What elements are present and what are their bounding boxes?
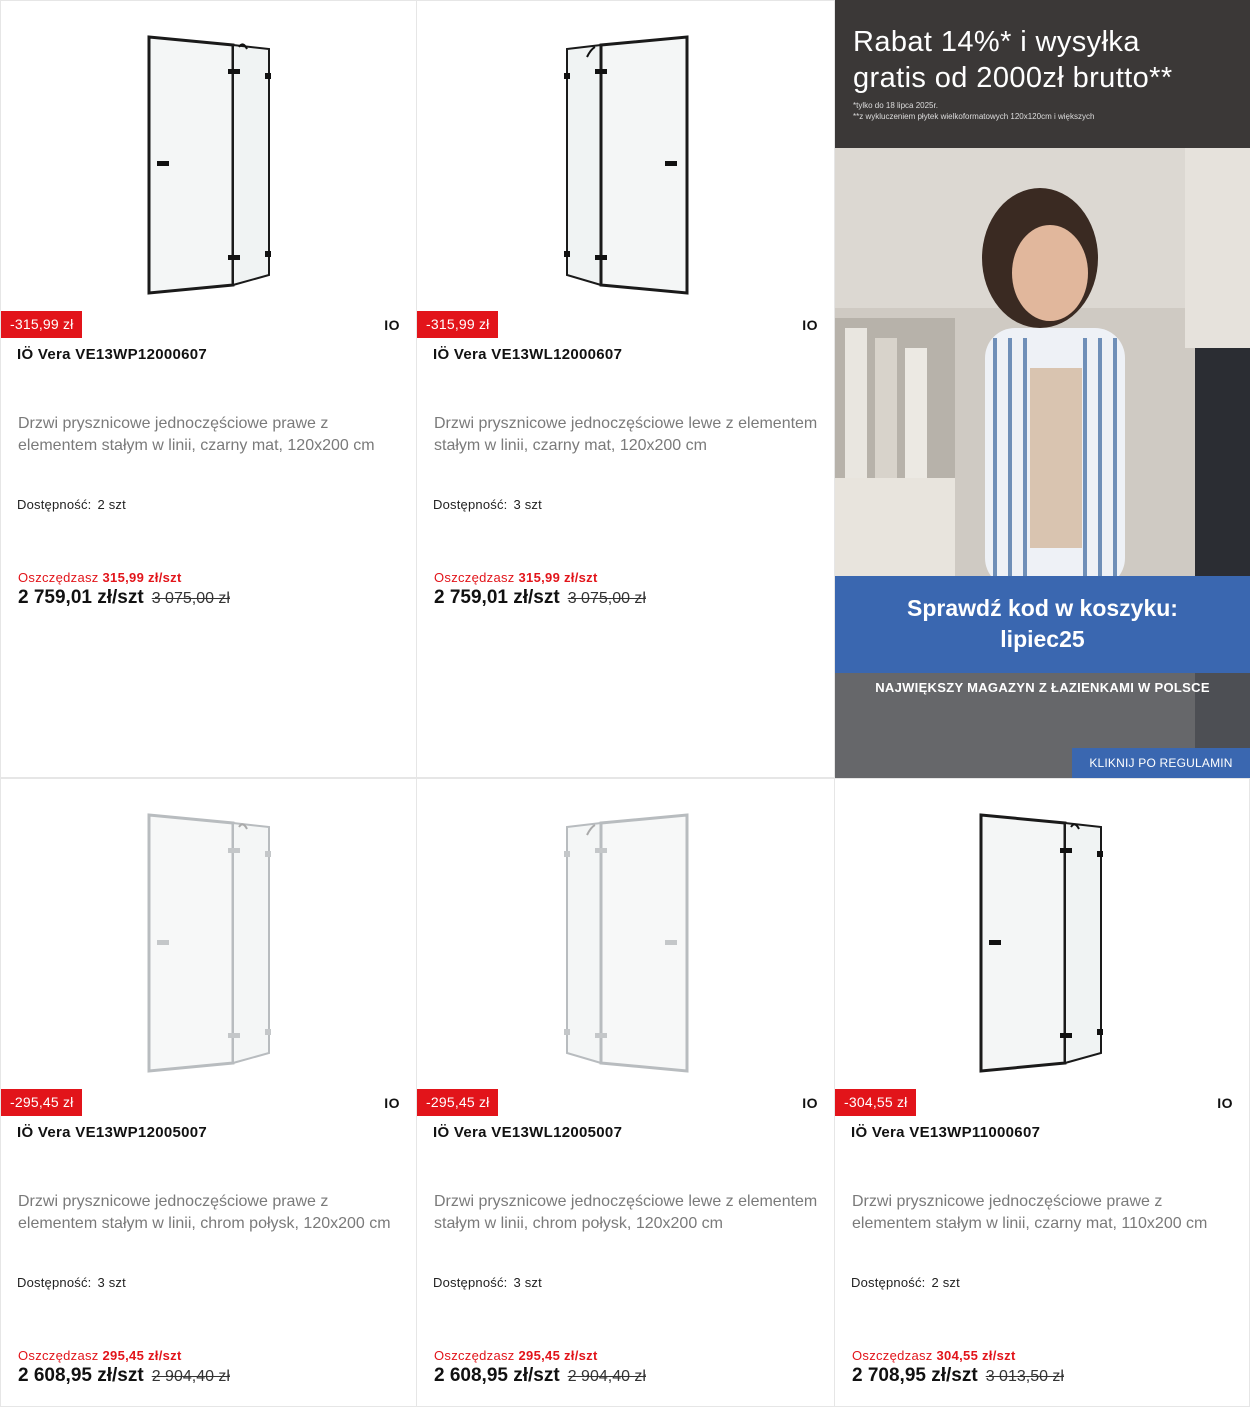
availability-value: 3 szt <box>513 1275 542 1290</box>
price-row: 2 708,95 zł/szt 3 013,50 zł <box>852 1365 1064 1387</box>
brand-logo: IO <box>384 1095 400 1111</box>
banner-code-value: lipiec25 <box>1000 626 1085 652</box>
price-row: 2 608,95 zł/szt 2 904,40 zł <box>18 1365 230 1387</box>
availability-label: Dostępność: <box>851 1275 926 1290</box>
product-description: Drzwi prysznicowe jednoczęściowe prawe z… <box>18 415 375 454</box>
savings: Oszczędzasz 315,99 zł/szt <box>434 570 598 585</box>
availability: Dostępność: 3 szt <box>17 1275 126 1290</box>
product-image[interactable] <box>417 779 834 1089</box>
availability-label: Dostępność: <box>433 497 508 512</box>
product-card[interactable]: -295,45 zł IO IÖ Vera VE13WL12005007 Drz… <box>416 778 835 1407</box>
old-price: 3 075,00 zł <box>567 590 646 607</box>
price-row: 2 759,01 zł/szt 3 075,00 zł <box>18 587 230 609</box>
product-title[interactable]: IÖ Vera VE13WP11000607 <box>851 1124 1233 1141</box>
savings-value: 295,45 zł/szt <box>102 1348 182 1363</box>
old-price: 3 013,50 zł <box>985 1368 1064 1385</box>
product-card[interactable]: -304,55 zł IO IÖ Vera VE13WP11000607 Drz… <box>834 778 1250 1407</box>
product-description: Drzwi prysznicowe jednoczęściowe prawe z… <box>852 1193 1208 1232</box>
price: 2 759,01 zł/szt <box>434 587 560 608</box>
savings-value: 295,45 zł/szt <box>518 1348 598 1363</box>
savings-label: Oszczędzasz <box>18 1348 99 1363</box>
discount-badge: -295,45 zł <box>1 1089 83 1116</box>
discount-badge: -315,99 zł <box>417 311 499 338</box>
banner-tagline: NAJWIĘKSZY MAGAZYN Z ŁAZIENKAMI W POLSCE <box>875 680 1210 695</box>
savings: Oszczędzasz 295,45 zł/szt <box>434 1348 598 1363</box>
old-price: 2 904,40 zł <box>151 1368 230 1385</box>
product-image[interactable] <box>1 1 416 311</box>
availability: Dostępność: 3 szt <box>433 497 542 512</box>
savings-value: 315,99 zł/szt <box>518 570 598 585</box>
savings-label: Oszczędzasz <box>852 1348 933 1363</box>
availability: Dostępność: 2 szt <box>17 497 126 512</box>
availability-label: Dostępność: <box>17 497 92 512</box>
banner-fine-print-1: *tylko do 18 lipca 2025r. <box>853 101 938 110</box>
brand-logo: IO <box>384 317 400 333</box>
savings-value: 304,55 zł/szt <box>936 1348 1016 1363</box>
product-description: Drzwi prysznicowe jednoczęściowe lewe z … <box>434 415 818 454</box>
price-row: 2 759,01 zł/szt 3 075,00 zł <box>434 587 646 609</box>
price: 2 608,95 zł/szt <box>434 1365 560 1386</box>
product-card[interactable]: -295,45 zł IO IÖ Vera VE13WP12005007 Drz… <box>0 778 417 1407</box>
discount-badge: -304,55 zł <box>835 1089 917 1116</box>
savings-label: Oszczędzasz <box>18 570 99 585</box>
banner-code-label: Sprawdź kod w koszyku: <box>907 595 1178 621</box>
product-card[interactable]: -315,99 zł IO IÖ Vera VE13WP12000607 Drz… <box>0 0 417 778</box>
availability-value: 3 szt <box>513 497 542 512</box>
banner-header: Rabat 14%* i wysyłka gratis od 2000zł br… <box>835 0 1250 148</box>
banner-code-box: Sprawdź kod w koszyku: lipiec25 <box>835 576 1250 673</box>
price: 2 608,95 zł/szt <box>18 1365 144 1386</box>
savings-label: Oszczędzasz <box>434 1348 515 1363</box>
old-price: 2 904,40 zł <box>567 1368 646 1385</box>
availability-label: Dostępność: <box>17 1275 92 1290</box>
savings-value: 315,99 zł/szt <box>102 570 182 585</box>
product-description: Drzwi prysznicowe jednoczęściowe prawe z… <box>18 1193 391 1232</box>
product-image[interactable] <box>417 1 834 311</box>
savings: Oszczędzasz 295,45 zł/szt <box>18 1348 182 1363</box>
availability: Dostępność: 2 szt <box>851 1275 960 1290</box>
price-row: 2 608,95 zł/szt 2 904,40 zł <box>434 1365 646 1387</box>
shower-door-image <box>147 813 271 1073</box>
savings: Oszczędzasz 304,55 zł/szt <box>852 1348 1016 1363</box>
product-title[interactable]: IÖ Vera VE13WP12000607 <box>17 346 400 363</box>
brand-logo: IO <box>802 1095 818 1111</box>
product-image[interactable] <box>1 779 416 1089</box>
price: 2 708,95 zł/szt <box>852 1365 978 1386</box>
savings: Oszczędzasz 315,99 zł/szt <box>18 570 182 585</box>
promo-banner[interactable]: Rabat 14%* i wysyłka gratis od 2000zł br… <box>835 0 1250 778</box>
banner-fine-print-2: **z wykluczeniem płytek wielkoformatowyc… <box>853 112 1095 121</box>
banner-cta-button[interactable]: KLIKNIJ PO REGULAMIN <box>1072 748 1250 778</box>
availability-value: 2 szt <box>931 1275 960 1290</box>
brand-logo: IO <box>1217 1095 1233 1111</box>
shower-door-image <box>564 813 689 1073</box>
availability-value: 3 szt <box>97 1275 126 1290</box>
shower-door-image <box>979 813 1103 1073</box>
shower-door-image <box>147 35 271 295</box>
product-grid: -315,99 zł IO IÖ Vera VE13WP12000607 Drz… <box>0 0 1250 1407</box>
price: 2 759,01 zł/szt <box>18 587 144 608</box>
discount-badge: -295,45 zł <box>417 1089 499 1116</box>
banner-headline-2: gratis od 2000zł brutto** <box>853 62 1173 94</box>
savings-label: Oszczędzasz <box>434 570 515 585</box>
product-title[interactable]: IÖ Vera VE13WL12005007 <box>433 1124 818 1141</box>
discount-badge: -315,99 zł <box>1 311 83 338</box>
product-title[interactable]: IÖ Vera VE13WP12005007 <box>17 1124 400 1141</box>
availability: Dostępność: 3 szt <box>433 1275 542 1290</box>
availability-label: Dostępność: <box>433 1275 508 1290</box>
old-price: 3 075,00 zł <box>151 590 230 607</box>
product-description: Drzwi prysznicowe jednoczęściowe lewe z … <box>434 1193 818 1232</box>
product-title[interactable]: IÖ Vera VE13WL12000607 <box>433 346 818 363</box>
shower-door-image <box>564 35 689 295</box>
brand-logo: IO <box>802 317 818 333</box>
availability-value: 2 szt <box>97 497 126 512</box>
banner-headline-1: Rabat 14%* i wysyłka <box>853 26 1140 58</box>
product-image[interactable] <box>835 779 1249 1089</box>
product-card[interactable]: -315,99 zł IO IÖ Vera VE13WL12000607 Drz… <box>416 0 835 778</box>
